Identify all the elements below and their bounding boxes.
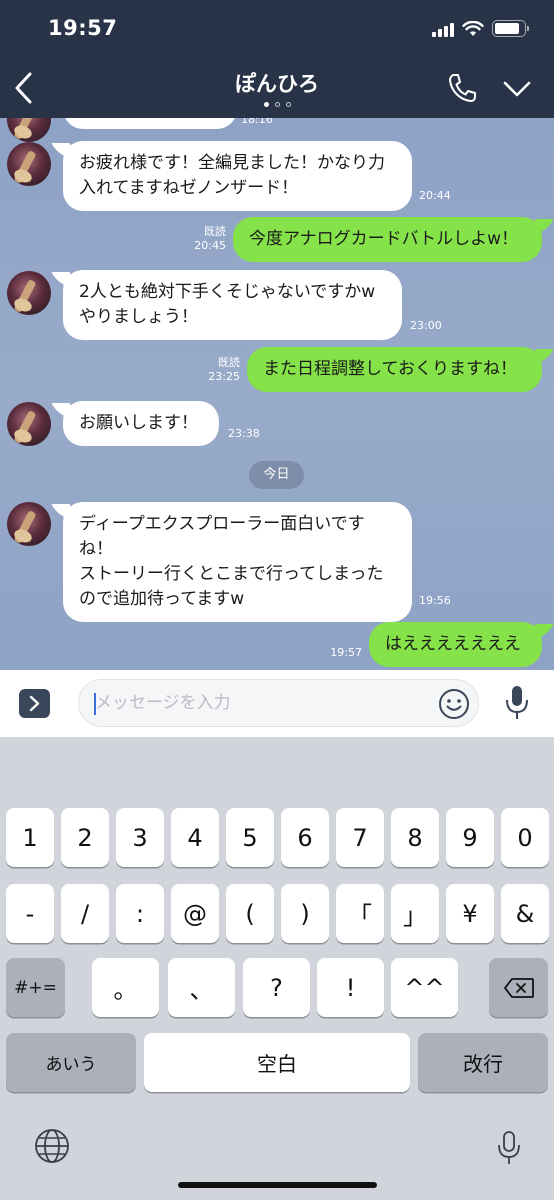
message-bubble-outgoing[interactable]: はえええええええ xyxy=(369,622,542,667)
key-4[interactable]: 4 xyxy=(171,808,219,867)
key-yen[interactable]: ¥ xyxy=(446,884,494,943)
key-smiley[interactable]: ^^ xyxy=(391,958,458,1017)
emoji-icon[interactable] xyxy=(438,688,470,720)
key-0[interactable]: 0 xyxy=(501,808,549,867)
message-time: 23:25 xyxy=(208,370,240,383)
message-bubble-incoming[interactable]: 2人とも絶対下手くそじゃないですかw やりましょう！ xyxy=(63,270,402,340)
key-8[interactable]: 8 xyxy=(391,808,439,867)
key-7[interactable]: 7 xyxy=(336,808,384,867)
message-time: 23:00 xyxy=(410,319,442,332)
message-bubble-outgoing[interactable]: 今度アナログカードバトルしよw！ xyxy=(233,217,542,262)
chat-area[interactable]: 18:16 お疲れ様です！全編見ました！かなり力 入れてますねゼノンザード！ 2… xyxy=(0,118,554,670)
page-dot xyxy=(285,102,291,107)
page-dot xyxy=(274,102,280,107)
message-bubble-incoming[interactable] xyxy=(63,118,237,129)
message-time: 19:56 xyxy=(419,594,451,607)
avatar[interactable] xyxy=(7,271,51,315)
chat-header: 19:57 ぽんひろ xyxy=(0,0,554,118)
text-caret xyxy=(94,693,96,715)
avatar[interactable] xyxy=(7,502,51,546)
key-1[interactable]: 1 xyxy=(6,808,54,867)
key-bracket-open[interactable]: 「 xyxy=(336,884,384,943)
read-receipt: 既読 20:45 xyxy=(186,225,226,253)
message-bubble-incoming[interactable]: お願いします！ xyxy=(63,401,219,446)
key-5[interactable]: 5 xyxy=(226,808,274,867)
dictation-microphone-icon[interactable] xyxy=(496,1130,522,1166)
key-2[interactable]: 2 xyxy=(61,808,109,867)
message-time: 20:44 xyxy=(419,189,451,202)
key-colon[interactable]: : xyxy=(116,884,164,943)
key-at[interactable]: @ xyxy=(171,884,219,943)
key-ampersand[interactable]: & xyxy=(501,884,549,943)
chevron-right-icon xyxy=(29,695,40,712)
key-paren-open[interactable]: ( xyxy=(226,884,274,943)
phone-call-icon[interactable] xyxy=(447,72,477,104)
key-question[interactable]: ? xyxy=(243,958,310,1017)
avatar[interactable] xyxy=(7,142,51,186)
key-comma[interactable]: 、 xyxy=(168,958,235,1017)
read-receipt: 既読 23:25 xyxy=(200,356,240,384)
battery-level xyxy=(495,23,519,34)
input-mode-key[interactable]: あいう xyxy=(6,1033,136,1092)
key-3[interactable]: 3 xyxy=(116,808,164,867)
key-exclamation[interactable]: ! xyxy=(317,958,384,1017)
wifi-icon xyxy=(462,20,484,36)
home-indicator[interactable] xyxy=(178,1182,377,1188)
key-period[interactable]: 。 xyxy=(92,958,159,1017)
key-9[interactable]: 9 xyxy=(446,808,494,867)
key-paren-close[interactable]: ) xyxy=(281,884,329,943)
read-label: 既読 xyxy=(218,356,240,369)
globe-icon[interactable] xyxy=(34,1128,70,1164)
status-time: 19:57 xyxy=(48,16,118,40)
message-input[interactable] xyxy=(78,679,479,727)
message-time: 18:16 xyxy=(241,118,273,126)
key-symbols[interactable]: #+= xyxy=(6,958,65,1017)
page-dot xyxy=(263,102,269,107)
key-hyphen[interactable]: - xyxy=(6,884,54,943)
space-key[interactable]: 空白 xyxy=(144,1033,410,1092)
message-bubble-incoming[interactable]: お疲れ様です！全編見ました！かなり力 入れてますねゼノンザード！ xyxy=(63,141,412,211)
cellular-signal-icon xyxy=(432,21,454,37)
message-input-bar xyxy=(0,670,554,737)
avatar[interactable] xyxy=(7,402,51,446)
key-slash[interactable]: / xyxy=(61,884,109,943)
message-time: 23:38 xyxy=(228,427,260,440)
battery-icon xyxy=(492,20,529,37)
key-bracket-close[interactable]: 」 xyxy=(391,884,439,943)
date-separator: 今日 xyxy=(249,461,304,489)
backspace-key[interactable] xyxy=(489,958,548,1017)
message-time: 19:57 xyxy=(330,646,362,659)
backspace-icon xyxy=(503,977,534,998)
key-6[interactable]: 6 xyxy=(281,808,329,867)
message-time: 20:45 xyxy=(194,239,226,252)
status-icons xyxy=(432,20,529,37)
return-key[interactable]: 改行 xyxy=(418,1033,548,1092)
expand-menu-button[interactable] xyxy=(19,689,50,718)
microphone-icon[interactable] xyxy=(503,684,531,722)
avatar[interactable] xyxy=(7,118,51,142)
message-bubble-outgoing[interactable]: また日程調整しておくりますね！ xyxy=(247,347,542,392)
message-bubble-incoming[interactable]: ディープエクスプローラー面白いです ね！ ストーリー行くとこまで行ってしまった … xyxy=(63,502,412,622)
read-label: 既読 xyxy=(204,225,226,238)
chevron-down-icon[interactable] xyxy=(502,78,532,100)
